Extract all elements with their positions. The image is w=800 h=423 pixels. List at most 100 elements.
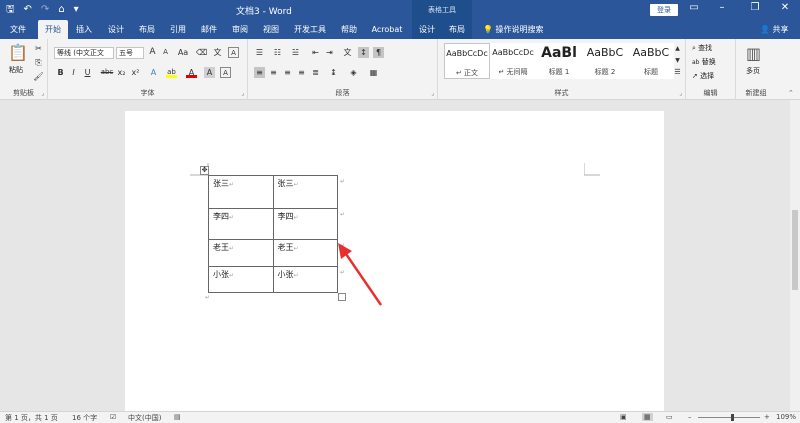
table-cell[interactable]: 老王↵ <box>272 239 338 267</box>
clear-formatting-icon[interactable]: ⌫ <box>196 47 207 58</box>
cut-icon[interactable]: ✂ <box>33 43 44 54</box>
save-icon[interactable]: 🖫 <box>6 3 15 17</box>
shrink-font-icon[interactable]: A <box>160 47 171 58</box>
zoom-slider[interactable] <box>698 414 760 421</box>
table-cell[interactable]: 李四↵ <box>272 208 338 240</box>
proofing-icon[interactable]: ☑ <box>110 413 116 421</box>
style-heading-1[interactable]: AaBl 标题 1 <box>536 43 582 79</box>
align-right-icon[interactable]: ≡ <box>282 67 293 78</box>
tab-table-design[interactable]: 设计 <box>412 20 442 39</box>
tab-layout[interactable]: 布局 <box>133 20 161 39</box>
decrease-indent-icon[interactable]: ⇤ <box>310 47 321 58</box>
tab-help[interactable]: 帮助 <box>336 20 362 39</box>
tab-developer[interactable]: 开发工具 <box>290 20 330 39</box>
copy-icon[interactable]: ⎘ <box>33 57 44 68</box>
style-title[interactable]: AaBbC 标题 <box>628 43 674 79</box>
web-layout-icon[interactable]: ▭ <box>666 413 673 421</box>
sort-icon[interactable]: ↕ <box>358 47 369 58</box>
read-mode-icon[interactable]: ▣ <box>620 413 627 421</box>
zoom-level[interactable]: 109% <box>776 413 796 421</box>
bold-icon[interactable]: B <box>55 67 66 78</box>
phonetic-guide-icon[interactable]: 文 <box>212 47 223 58</box>
document-table[interactable]: 张三↵ 张三↵ 李四↵ 李四↵ 老王↵ 老王↵ 小张↵ 小张↵ <box>208 175 338 293</box>
dialog-launcher-icon[interactable]: ⌟ <box>241 90 244 97</box>
undo-icon[interactable]: ↶ <box>24 3 32 17</box>
distributed-icon[interactable]: ≣ <box>310 67 321 78</box>
tab-mailings[interactable]: 邮件 <box>195 20 223 39</box>
style-heading-2[interactable]: AaBbC 标题 2 <box>582 43 628 79</box>
language-status[interactable]: 中文(中国) <box>128 413 161 423</box>
chinese-layout-icon[interactable]: 文 <box>342 47 353 58</box>
zoom-out-button[interactable]: – <box>688 413 692 421</box>
tab-table-layout[interactable]: 布局 <box>442 20 472 39</box>
print-layout-icon[interactable]: ▦ <box>642 413 653 421</box>
scrollbar-thumb[interactable] <box>792 210 798 290</box>
style-normal[interactable]: AaBbCcDc ↵ 正文 <box>444 43 490 79</box>
line-spacing-icon[interactable]: ↨ <box>328 67 339 78</box>
borders-icon[interactable]: ▦ <box>368 67 379 78</box>
bullets-icon[interactable]: ☰ <box>254 47 265 58</box>
tab-references[interactable]: 引用 <box>164 20 192 39</box>
superscript-icon[interactable]: x² <box>130 67 141 78</box>
zoom-slider-thumb[interactable] <box>731 414 734 421</box>
numbering-icon[interactable]: ☷ <box>272 47 283 58</box>
zoom-in-button[interactable]: + <box>764 413 770 421</box>
vertical-scrollbar[interactable] <box>790 100 800 411</box>
tab-view[interactable]: 视图 <box>257 20 285 39</box>
font-size-dropdown[interactable]: 五号 <box>116 47 144 59</box>
highlight-icon[interactable]: ab <box>166 67 177 78</box>
ribbon-display-options-icon[interactable]: ▭ <box>684 2 704 13</box>
close-button[interactable]: ✕ <box>775 2 795 13</box>
tab-design[interactable]: 设计 <box>102 20 130 39</box>
styles-more-icon[interactable]: ☰ <box>672 67 683 78</box>
format-painter-icon[interactable]: 🖌 <box>33 71 44 82</box>
text-effects-icon[interactable]: A <box>148 67 159 78</box>
share-button[interactable]: 👤 共享 <box>760 20 789 39</box>
styles-scroll-down-icon[interactable]: ▼ <box>672 55 683 66</box>
collapse-ribbon-icon[interactable]: ⌃ <box>788 89 794 97</box>
style-no-spacing[interactable]: AaBbCcDc ↵ 无间隔 <box>490 43 536 79</box>
tab-file[interactable]: 文件 <box>4 20 32 39</box>
char-border-icon[interactable]: A <box>228 47 239 58</box>
increase-indent-icon[interactable]: ⇥ <box>324 47 335 58</box>
word-count[interactable]: 16 个字 <box>72 413 97 423</box>
tab-home[interactable]: 开始 <box>38 20 68 39</box>
grow-font-icon[interactable]: A <box>147 47 158 58</box>
enclose-char-icon[interactable]: A <box>220 67 231 78</box>
table-cell[interactable]: 李四↵ <box>208 208 274 240</box>
subscript-icon[interactable]: x₂ <box>116 67 127 78</box>
tab-acrobat[interactable]: Acrobat <box>368 20 406 39</box>
dialog-launcher-icon[interactable]: ⌟ <box>679 90 682 97</box>
redo-icon[interactable]: ↷ <box>41 3 49 17</box>
page-count[interactable]: 第 1 页，共 1 页 <box>5 413 58 423</box>
table-move-handle-icon[interactable]: ✥ <box>200 166 209 175</box>
font-name-dropdown[interactable]: 等线 (中文正文 <box>54 47 114 59</box>
tab-review[interactable]: 审阅 <box>226 20 254 39</box>
dialog-launcher-icon[interactable]: ⌟ <box>431 90 434 97</box>
restore-button[interactable]: ❐ <box>745 2 765 13</box>
change-case-button[interactable]: Aa <box>175 47 191 58</box>
font-color-icon[interactable]: A <box>186 67 197 78</box>
multipage-icon[interactable]: ▥ <box>746 44 761 63</box>
minimize-button[interactable]: – <box>712 2 732 13</box>
multilevel-list-icon[interactable]: ☱ <box>290 47 301 58</box>
replace-button[interactable]: ab 替换 <box>692 57 716 67</box>
table-cell[interactable]: 张三↵ <box>272 175 338 209</box>
center-icon[interactable]: ≡ <box>268 67 279 78</box>
styles-scroll-up-icon[interactable]: ▲ <box>672 43 683 54</box>
paste-button[interactable]: 粘贴 <box>9 65 23 75</box>
table-cell[interactable]: 老王↵ <box>208 239 274 267</box>
login-button[interactable]: 登录 <box>650 4 678 16</box>
dialog-launcher-icon[interactable]: ⌟ <box>41 90 44 97</box>
strikethrough-icon[interactable]: abc <box>100 67 114 78</box>
table-cell[interactable]: 小张↵ <box>208 266 274 293</box>
paste-icon[interactable]: 📋 <box>8 43 28 62</box>
find-button[interactable]: ⌕ 查找 <box>692 43 712 53</box>
underline-icon[interactable]: U <box>82 67 93 78</box>
customize-qat-icon[interactable]: ▾ <box>74 3 79 17</box>
select-button[interactable]: ➚ 选择 <box>692 71 714 81</box>
table-cell[interactable]: 张三↵ <box>208 175 274 209</box>
paragraph-shading-icon[interactable]: ◈ <box>348 67 359 78</box>
justify-icon[interactable]: ≡ <box>296 67 307 78</box>
char-shading-icon[interactable]: A <box>204 67 215 78</box>
